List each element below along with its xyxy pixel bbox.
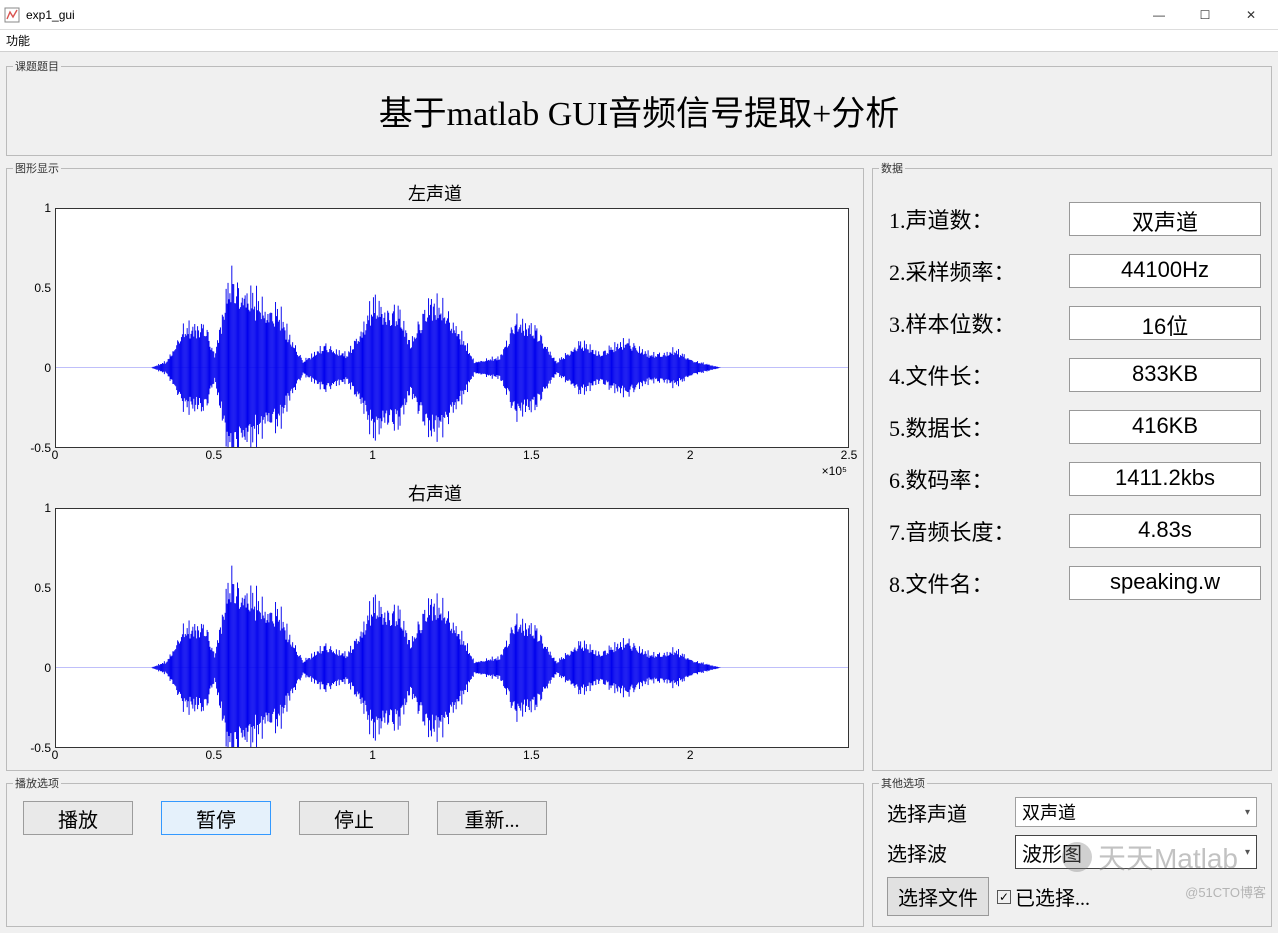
- window-titlebar: exp1_gui — ☐ ✕: [0, 0, 1278, 30]
- chart-right-plot[interactable]: [55, 508, 849, 748]
- data-row-label: 2.采样频率：: [889, 255, 1069, 287]
- play-button[interactable]: 播放: [23, 801, 133, 835]
- data-row-label: 6.数码率：: [889, 463, 1069, 495]
- data-legend: 数据: [879, 160, 905, 176]
- chart-left: 左声道 1 0.5 0 -0.5 0 0.5 1 1.5: [13, 178, 857, 478]
- menubar: 功能: [0, 30, 1278, 52]
- playback-legend: 播放选项: [13, 775, 61, 791]
- data-row-value: 44100Hz: [1069, 254, 1261, 288]
- chevron-down-icon: ▾: [1245, 847, 1250, 858]
- chart-left-title: 左声道: [21, 180, 849, 206]
- wave-select-value: 波形图: [1022, 838, 1082, 867]
- channel-select[interactable]: 双声道 ▾: [1015, 797, 1257, 827]
- other-group: 其他选项 选择声道 双声道 ▾ 选择波 波形图 ▾ 选择文件 ✓ 已选择: [872, 775, 1272, 927]
- close-button[interactable]: ✕: [1228, 0, 1274, 30]
- wave-label: 选择波: [887, 838, 1007, 867]
- playback-group: 播放选项 播放 暂停 停止 重新...: [6, 775, 864, 927]
- chart-left-xaxis: 0 0.5 1 1.5 2 2.5: [55, 448, 849, 464]
- data-row: 8.文件名：speaking.w: [889, 566, 1261, 600]
- channel-select-value: 双声道: [1022, 799, 1076, 825]
- data-row-label: 7.音频长度：: [889, 515, 1069, 547]
- title-group: 课题题目 基于matlab GUI音频信号提取+分析: [6, 58, 1272, 156]
- chart-right-yaxis: 1 0.5 0 -0.5: [21, 508, 55, 748]
- data-row: 7.音频长度：4.83s: [889, 514, 1261, 548]
- data-row-label: 5.数据长：: [889, 411, 1069, 443]
- data-row: 1.声道数：双声道: [889, 202, 1261, 236]
- wave-select[interactable]: 波形图 ▾: [1015, 835, 1257, 869]
- window-title: exp1_gui: [26, 8, 1136, 22]
- data-row-value: 双声道: [1069, 202, 1261, 236]
- stop-button[interactable]: 停止: [299, 801, 409, 835]
- data-row-label: 3.样本位数：: [889, 307, 1069, 339]
- chart-right-title: 右声道: [21, 480, 849, 506]
- data-row-value: 16位: [1069, 306, 1261, 340]
- data-row: 2.采样频率：44100Hz: [889, 254, 1261, 288]
- data-row: 5.数据长：416KB: [889, 410, 1261, 444]
- maximize-button[interactable]: ☐: [1182, 0, 1228, 30]
- data-row-label: 1.声道数：: [889, 203, 1069, 235]
- menu-function[interactable]: 功能: [6, 32, 30, 49]
- chart-right-xaxis: 0 0.5 1 1.5 2: [55, 748, 849, 764]
- chart-left-xscale: ×10⁵: [55, 464, 849, 478]
- data-row-value: 1411.2kbs: [1069, 462, 1261, 496]
- data-row-label: 4.文件长：: [889, 359, 1069, 391]
- data-row: 4.文件长：833KB: [889, 358, 1261, 392]
- other-legend: 其他选项: [879, 775, 927, 791]
- data-row: 6.数码率：1411.2kbs: [889, 462, 1261, 496]
- charts-group: 图形显示 左声道 1 0.5 0 -0.5 0 0.5: [6, 160, 864, 771]
- chart-right: 右声道 1 0.5 0 -0.5 0 0.5 1 1.5: [13, 478, 857, 764]
- app-icon: [4, 7, 20, 23]
- data-row-value: 416KB: [1069, 410, 1261, 444]
- page-title: 基于matlab GUI音频信号提取+分析: [13, 76, 1265, 149]
- data-row-value: speaking.w: [1069, 566, 1261, 600]
- title-legend: 课题题目: [13, 58, 61, 74]
- data-row-value: 833KB: [1069, 358, 1261, 392]
- reload-button[interactable]: 重新...: [437, 801, 547, 835]
- pause-button[interactable]: 暂停: [161, 801, 271, 835]
- file-selected-checkbox[interactable]: ✓: [997, 890, 1011, 904]
- chart-left-yaxis: 1 0.5 0 -0.5: [21, 208, 55, 448]
- data-row: 3.样本位数：16位: [889, 306, 1261, 340]
- chevron-down-icon: ▾: [1245, 807, 1250, 818]
- data-group: 数据 1.声道数：双声道2.采样频率：44100Hz3.样本位数：16位4.文件…: [872, 160, 1272, 771]
- data-row-value: 4.83s: [1069, 514, 1261, 548]
- choose-file-button[interactable]: 选择文件: [887, 877, 989, 916]
- chart-left-plot[interactable]: [55, 208, 849, 448]
- charts-legend: 图形显示: [13, 160, 61, 176]
- channel-label: 选择声道: [887, 798, 1007, 827]
- minimize-button[interactable]: —: [1136, 0, 1182, 30]
- data-row-label: 8.文件名：: [889, 567, 1069, 599]
